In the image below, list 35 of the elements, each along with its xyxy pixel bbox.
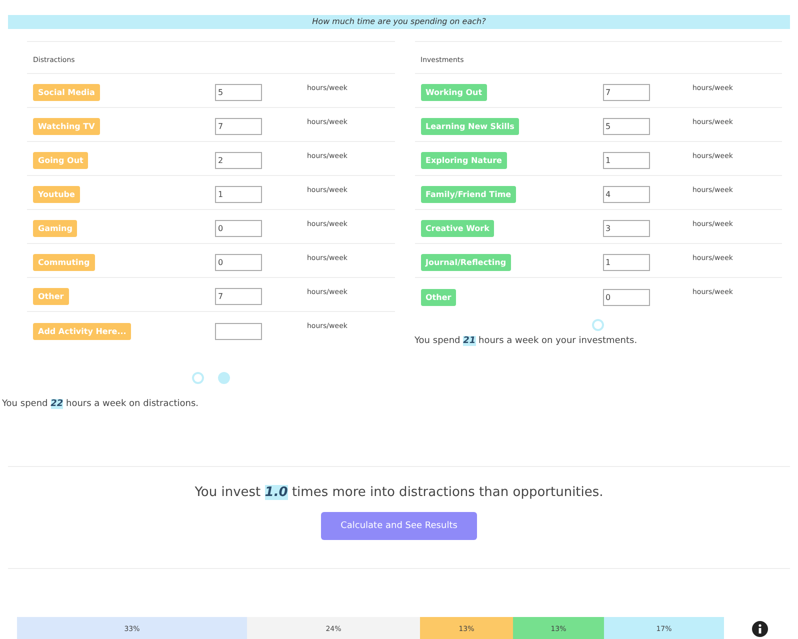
activity-tag: Other — [420, 288, 456, 306]
activity-tag: Going Out — [33, 152, 88, 169]
activity-tag: Working Out — [420, 84, 488, 101]
activity-tag: Watching TV — [33, 118, 100, 135]
ratio-sentence: You invest 1.0 times more into distractions than opportunities. — [194, 485, 604, 500]
activity-tag: Youtube — [33, 186, 80, 203]
hours-field[interactable]: 0 — [602, 288, 650, 306]
activity-tag: Creative Work — [420, 220, 494, 237]
hours-field[interactable]: 7 — [215, 118, 262, 135]
activity-tag: Commuting — [33, 254, 95, 271]
hours-summary: You spend 22 hours a week on distractions. — [2, 399, 200, 409]
hours-field[interactable]: 0 — [215, 254, 262, 271]
activity-tag: Exploring Nature — [420, 152, 507, 169]
hours-field[interactable]: 4 — [602, 186, 650, 203]
question-banner: How much time are you spending on each? — [8, 15, 790, 29]
hours-field[interactable]: 2 — [215, 152, 262, 169]
hours-field[interactable]: 7 — [602, 84, 650, 101]
activity-tag: Social Media — [33, 84, 100, 101]
hours-field[interactable]: 3 — [602, 220, 650, 237]
activity-tag: Add Activity Here... — [33, 322, 132, 340]
hours-field[interactable]: 5 — [215, 84, 262, 101]
hours-field[interactable]: 1 — [602, 152, 650, 169]
hours-field[interactable]: 0 — [215, 220, 262, 237]
activity-tag: Learning New Skills — [420, 118, 520, 135]
activity-tag: Family/Friend Time — [420, 186, 516, 203]
activity-tag: Gaming — [33, 220, 78, 237]
info-icon[interactable] — [752, 621, 768, 637]
activity-tag: Journal/Reflecting — [420, 254, 512, 271]
hours-field[interactable]: 5 — [602, 118, 650, 135]
hours-field[interactable] — [215, 322, 262, 340]
hours-field[interactable]: 1 — [215, 186, 262, 203]
hours-summary: You spend 21 hours a week on your investments. — [414, 336, 638, 346]
hours-field[interactable]: 1 — [602, 254, 650, 271]
hours-field[interactable]: 7 — [215, 288, 262, 305]
activity-tag: Other — [33, 288, 69, 305]
